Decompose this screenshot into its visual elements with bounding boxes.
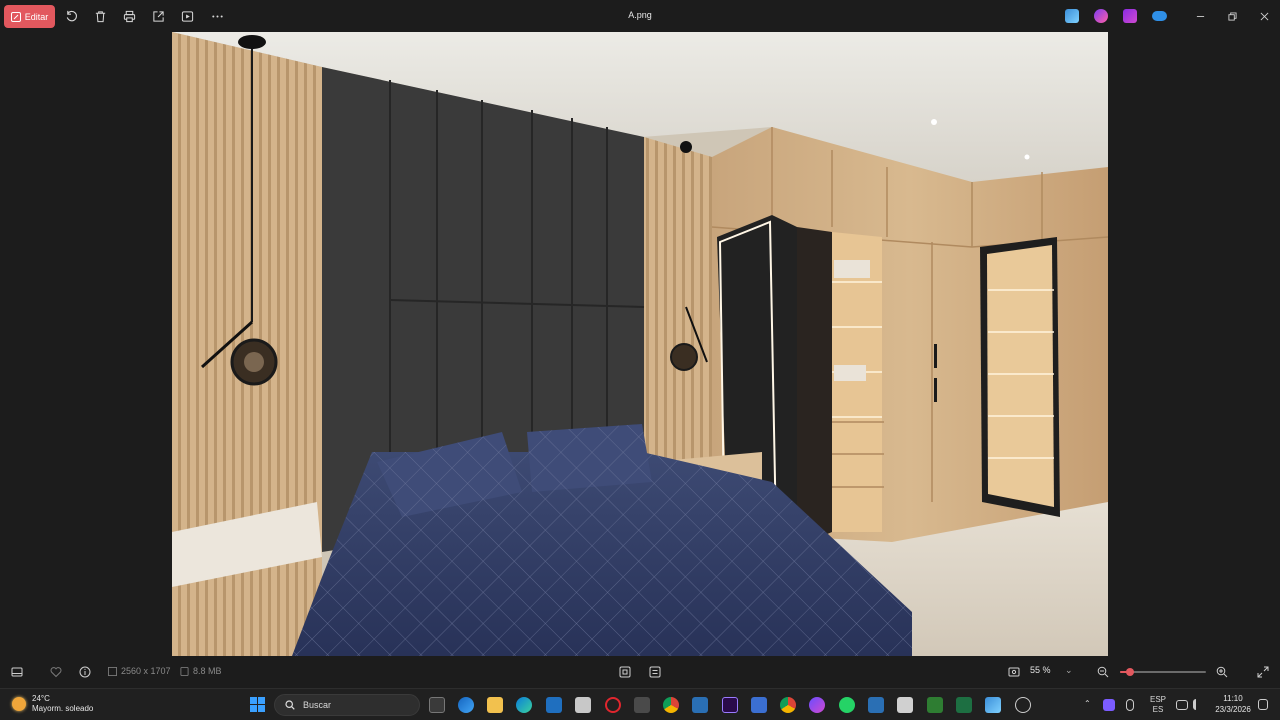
restore-button[interactable] xyxy=(1224,8,1240,24)
slideshow-icon[interactable] xyxy=(179,8,195,24)
file-size-text: 8.8 MB xyxy=(193,666,222,676)
lang-top: ESP xyxy=(1150,695,1167,704)
designer-icon[interactable] xyxy=(1123,9,1137,23)
bedroom-render-image xyxy=(172,32,1108,656)
tray-app-icon[interactable] xyxy=(1103,699,1115,711)
onedrive-icon[interactable] xyxy=(1152,11,1167,21)
bottom-status-bar: 2560 x 1707 8.8 MB 55 % ⌄ xyxy=(0,656,1280,688)
weather-temp: 24°C xyxy=(32,694,50,703)
teams-icon[interactable] xyxy=(575,697,591,713)
top-toolbar: Editar A.png xyxy=(0,0,1280,32)
snipping-icon[interactable] xyxy=(897,697,913,713)
zoom-in-icon[interactable] xyxy=(1215,665,1229,679)
photos-active-icon[interactable] xyxy=(985,697,1001,713)
photos-icon[interactable] xyxy=(927,697,943,713)
windows-taskbar: 24°C Mayorm. soleado Buscar ⌃ ESP ES 11:… xyxy=(0,688,1280,720)
excel-icon[interactable] xyxy=(956,697,972,713)
start-button[interactable] xyxy=(250,697,265,712)
chrome-icon[interactable] xyxy=(663,697,679,713)
search-label: Buscar xyxy=(303,700,332,710)
file-explorer-icon[interactable] xyxy=(487,697,503,713)
chrome-alt-icon[interactable] xyxy=(780,697,796,713)
photos-app-window: Editar A.png 2560 x 1707 8.8 MB 55 % ⌄ xyxy=(0,0,1280,688)
filmstrip-icon[interactable] xyxy=(10,665,24,679)
image-icon xyxy=(108,666,117,676)
network-icon[interactable] xyxy=(1176,700,1188,710)
adjust-icon[interactable] xyxy=(648,665,662,679)
system-clock[interactable]: 11:10 23/3/2026 xyxy=(1213,693,1253,715)
chevron-down-icon: ⌄ xyxy=(1065,665,1073,675)
clock-date: 23/3/2026 xyxy=(1215,705,1251,714)
input-language[interactable]: ESP ES xyxy=(1150,695,1166,715)
weather-widget[interactable]: 24°C Mayorm. soleado xyxy=(12,694,93,714)
zoom-slider[interactable] xyxy=(1120,668,1206,676)
photo-viewer-image[interactable] xyxy=(172,32,1108,656)
opera-icon[interactable] xyxy=(605,697,621,713)
microphone-icon[interactable] xyxy=(1126,699,1134,711)
zoom-level-select[interactable]: 55 % ⌄ xyxy=(1030,665,1073,676)
actual-size-icon[interactable] xyxy=(1007,665,1021,679)
favorite-icon[interactable] xyxy=(49,665,63,679)
fullscreen-icon[interactable] xyxy=(1256,665,1270,679)
fit-to-window-icon[interactable] xyxy=(618,665,632,679)
edit-icon xyxy=(10,11,21,22)
settings-icon[interactable] xyxy=(1015,697,1031,713)
photos-app-icon[interactable] xyxy=(1065,9,1079,23)
dimensions-text: 2560 x 1707 xyxy=(121,666,171,676)
edit-button-label: Editar xyxy=(24,11,49,22)
weather-desc: Mayorm. soleado xyxy=(32,704,94,713)
notifications-icon[interactable] xyxy=(1258,699,1268,710)
taskbar-search[interactable]: Buscar xyxy=(274,694,420,716)
store-icon[interactable] xyxy=(546,697,562,713)
messenger-icon[interactable] xyxy=(809,697,825,713)
sunny-icon xyxy=(12,697,26,711)
share-icon[interactable] xyxy=(150,8,166,24)
premiere-icon[interactable] xyxy=(722,697,738,713)
image-file-size: 8.8 MB xyxy=(180,666,222,676)
window-title: A.png xyxy=(628,10,652,20)
edit-button[interactable]: Editar xyxy=(4,5,55,28)
more-icon[interactable] xyxy=(209,8,225,24)
lang-bottom: ES xyxy=(1152,705,1164,714)
layers-icon[interactable] xyxy=(751,697,767,713)
rotate-icon[interactable] xyxy=(63,8,79,24)
outlook-icon[interactable] xyxy=(458,697,474,713)
calculator-icon[interactable] xyxy=(634,697,650,713)
print-icon[interactable] xyxy=(121,8,137,24)
delete-icon[interactable] xyxy=(92,8,108,24)
zoom-out-icon[interactable] xyxy=(1096,665,1110,679)
clock-time: 11:10 xyxy=(1223,694,1243,703)
info-icon[interactable] xyxy=(78,665,92,679)
edge-icon[interactable] xyxy=(516,697,532,713)
close-button[interactable] xyxy=(1256,8,1272,24)
clipchamp-icon[interactable] xyxy=(1094,9,1108,23)
file-size-icon xyxy=(180,666,189,676)
zoom-level-text: 55 % xyxy=(1030,665,1051,675)
sketchup-icon[interactable] xyxy=(692,697,708,713)
sketchup-alt-icon[interactable] xyxy=(868,697,884,713)
task-view-icon[interactable] xyxy=(429,697,445,713)
chevron-up-icon[interactable]: ⌃ xyxy=(1084,699,1091,708)
whatsapp-icon[interactable] xyxy=(839,697,855,713)
search-icon xyxy=(285,700,295,710)
minimize-button[interactable] xyxy=(1192,8,1208,24)
image-dimensions: 2560 x 1707 xyxy=(108,666,171,676)
volume-icon[interactable] xyxy=(1193,699,1204,710)
